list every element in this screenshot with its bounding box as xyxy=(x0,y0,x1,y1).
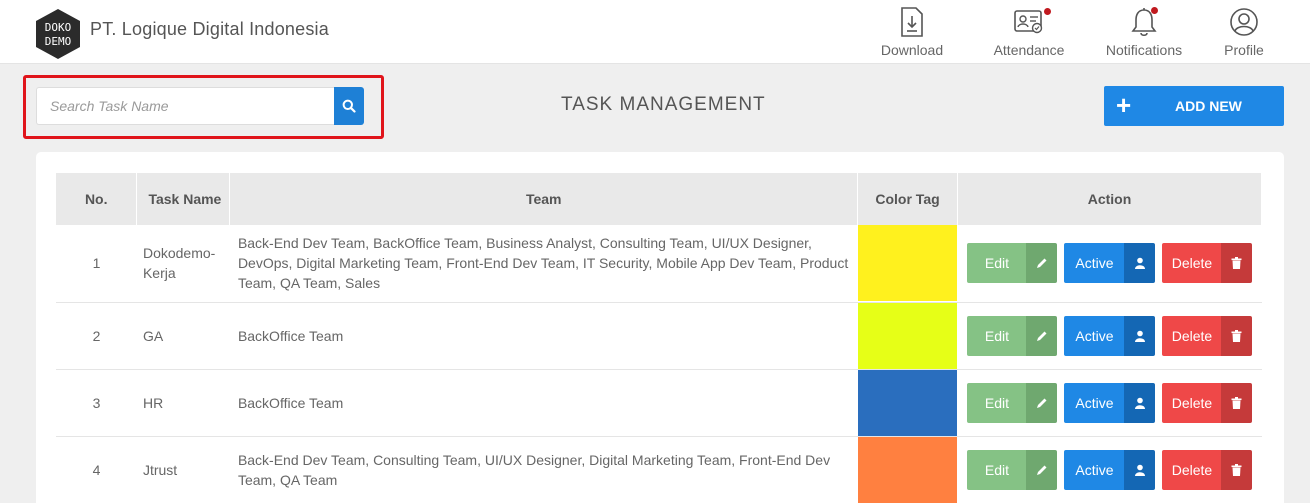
edit-button[interactable]: Edit xyxy=(967,243,1058,284)
edit-label: Edit xyxy=(967,382,1027,423)
attendance-badge xyxy=(1044,8,1051,15)
delete-label: Delete xyxy=(1162,315,1222,356)
delete-label: Delete xyxy=(1162,382,1222,423)
delete-button[interactable]: Delete xyxy=(1162,382,1253,423)
table-row: 2 GA BackOffice Team Edit Active Delete xyxy=(56,302,1262,370)
table-row: 4 Jtrust Back-End Dev Team, Consulting T… xyxy=(56,436,1262,503)
delete-button[interactable]: Delete xyxy=(1162,449,1253,490)
nav-download[interactable]: Download xyxy=(878,6,946,60)
company-logo[interactable]: DOKO DEMO xyxy=(34,8,82,60)
delete-button[interactable]: Delete xyxy=(1162,243,1253,284)
logo-text-line2: DEMO xyxy=(45,35,72,48)
notifications-badge xyxy=(1151,7,1158,14)
col-team: Team xyxy=(229,173,859,225)
table-row: 1 Dokodemo-Kerja Back-End Dev Team, Back… xyxy=(56,225,1262,303)
trash-icon xyxy=(1221,449,1253,490)
active-label: Active xyxy=(1064,449,1125,490)
plus-icon: + xyxy=(1116,90,1132,120)
row-color-tag xyxy=(857,436,958,503)
task-table: No. Task Name Team Color Tag Action 1 Do… xyxy=(56,173,1263,503)
row-team: Back-End Dev Team, Consulting Team, UI/U… xyxy=(229,436,858,503)
active-button[interactable]: Active xyxy=(1064,382,1156,423)
row-no: 3 xyxy=(56,369,137,437)
row-color-tag xyxy=(857,302,958,370)
delete-label: Delete xyxy=(1162,449,1222,490)
row-color-tag xyxy=(857,369,958,437)
logo-text-line1: DOKO xyxy=(45,21,72,34)
search-box xyxy=(36,87,335,125)
user-icon xyxy=(1124,382,1156,423)
pencil-icon xyxy=(1026,382,1058,423)
col-task-name: Task Name xyxy=(136,173,231,225)
user-icon xyxy=(1124,243,1156,284)
user-icon xyxy=(1124,315,1156,356)
trash-icon xyxy=(1221,243,1253,284)
edit-button[interactable]: Edit xyxy=(967,382,1058,423)
color-swatch xyxy=(857,225,958,302)
row-task-name: GA xyxy=(136,302,230,370)
download-icon xyxy=(878,6,946,38)
color-swatch xyxy=(857,436,958,503)
col-action: Action xyxy=(957,173,1263,225)
row-actions: Edit Active Delete xyxy=(957,225,1262,303)
col-no: No. xyxy=(56,173,138,225)
pencil-icon xyxy=(1026,315,1058,356)
nav-notifications[interactable]: Notifications xyxy=(1102,6,1186,60)
row-no: 2 xyxy=(56,302,137,370)
row-task-name: Dokodemo-Kerja xyxy=(136,225,230,303)
trash-icon xyxy=(1221,315,1253,356)
color-swatch xyxy=(857,302,958,369)
active-button[interactable]: Active xyxy=(1064,243,1156,284)
nav-attendance[interactable]: Attendance xyxy=(991,6,1067,60)
row-team: BackOffice Team xyxy=(229,369,858,437)
active-label: Active xyxy=(1064,243,1125,284)
user-icon xyxy=(1124,449,1156,490)
table-header-row: No. Task Name Team Color Tag Action xyxy=(56,173,1263,225)
pencil-icon xyxy=(1026,243,1058,284)
nav-profile[interactable]: Profile xyxy=(1221,6,1267,60)
edit-button[interactable]: Edit xyxy=(967,315,1058,356)
attendance-icon xyxy=(991,6,1067,38)
row-team: Back-End Dev Team, BackOffice Team, Busi… xyxy=(229,225,858,303)
edit-label: Edit xyxy=(967,315,1027,356)
pencil-icon xyxy=(1026,449,1058,490)
row-no: 1 xyxy=(56,225,137,303)
trash-icon xyxy=(1221,382,1253,423)
table-row: 3 HR BackOffice Team Edit Active Delete xyxy=(56,369,1262,437)
edit-button[interactable]: Edit xyxy=(967,449,1058,490)
nav-download-label: Download xyxy=(880,42,944,58)
active-button[interactable]: Active xyxy=(1064,449,1156,490)
row-actions: Edit Active Delete xyxy=(957,436,1262,503)
search-icon xyxy=(342,99,356,113)
active-label: Active xyxy=(1064,382,1125,423)
edit-label: Edit xyxy=(967,243,1027,284)
active-button[interactable]: Active xyxy=(1064,315,1156,356)
nav-attendance-label: Attendance xyxy=(993,42,1065,58)
color-swatch xyxy=(857,369,958,436)
top-bar: DOKO DEMO PT. Logique Digital Indonesia … xyxy=(0,0,1310,64)
add-new-label: ADD NEW xyxy=(1175,98,1242,114)
row-task-name: Jtrust xyxy=(136,436,230,503)
row-no: 4 xyxy=(56,436,137,503)
active-label: Active xyxy=(1064,315,1125,356)
search-button[interactable] xyxy=(334,87,364,125)
col-color-tag: Color Tag xyxy=(857,173,958,225)
delete-label: Delete xyxy=(1162,243,1222,284)
row-actions: Edit Active Delete xyxy=(957,369,1262,437)
nav-profile-label: Profile xyxy=(1224,42,1264,58)
edit-label: Edit xyxy=(967,449,1027,490)
row-actions: Edit Active Delete xyxy=(957,302,1262,370)
profile-icon xyxy=(1221,6,1267,38)
page-title: TASK MANAGEMENT xyxy=(561,94,766,115)
company-name: PT. Logique Digital Indonesia xyxy=(90,19,329,39)
add-new-button[interactable]: + ADD NEW xyxy=(1104,86,1284,126)
delete-button[interactable]: Delete xyxy=(1162,315,1253,356)
nav-notifications-label: Notifications xyxy=(1105,42,1183,58)
row-color-tag xyxy=(857,225,958,303)
bell-icon xyxy=(1102,6,1186,38)
row-task-name: HR xyxy=(136,369,230,437)
search-input[interactable] xyxy=(37,88,335,124)
row-team: BackOffice Team xyxy=(229,302,858,370)
